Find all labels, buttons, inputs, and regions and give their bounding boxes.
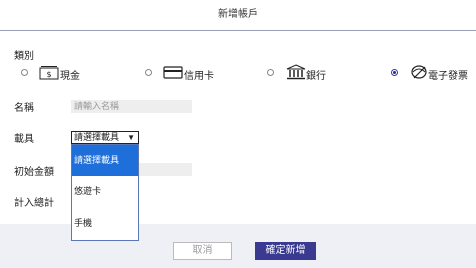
- dialog-title: 新增帳戶: [218, 9, 258, 20]
- dropdown-option[interactable]: 悠遊卡: [72, 176, 138, 207]
- option-bank-label: 銀行: [306, 71, 326, 82]
- radio-cash[interactable]: [21, 69, 28, 76]
- bank-icon: [286, 64, 306, 80]
- confirm-add-button[interactable]: 確定新增: [255, 242, 316, 260]
- cash-icon: $: [39, 66, 59, 80]
- dialog-header: 新增帳戶: [0, 0, 476, 31]
- radio-bank[interactable]: [267, 69, 274, 76]
- category-label: 類別: [14, 51, 34, 62]
- credit-card-icon: [163, 66, 183, 79]
- carrier-select[interactable]: 請選擇載具 ▼: [71, 131, 139, 144]
- carrier-label: 載具: [14, 134, 34, 145]
- e-invoice-icon: [411, 65, 427, 79]
- chevron-down-icon: ▼: [127, 133, 135, 142]
- cancel-button[interactable]: 取消: [173, 242, 232, 260]
- include-total-label: 計入總計: [14, 198, 54, 209]
- name-input[interactable]: 請輸入名稱: [71, 100, 192, 113]
- dropdown-option[interactable]: 手機: [72, 208, 138, 239]
- option-cash-label: 現金: [60, 71, 80, 82]
- radio-credit-card[interactable]: [145, 69, 152, 76]
- option-e-invoice-label: 電子發票: [428, 71, 468, 82]
- svg-text:$: $: [46, 70, 51, 79]
- initial-amount-label: 初始金額: [14, 167, 54, 178]
- dropdown-option[interactable]: 請選擇載具: [72, 145, 138, 176]
- carrier-select-value: 請選擇載具: [74, 132, 120, 142]
- option-credit-card-label: 信用卡: [184, 71, 214, 82]
- name-label: 名稱: [14, 103, 34, 114]
- radio-e-invoice[interactable]: [391, 69, 398, 76]
- carrier-dropdown: 請選擇載具 悠遊卡 手機: [71, 144, 139, 241]
